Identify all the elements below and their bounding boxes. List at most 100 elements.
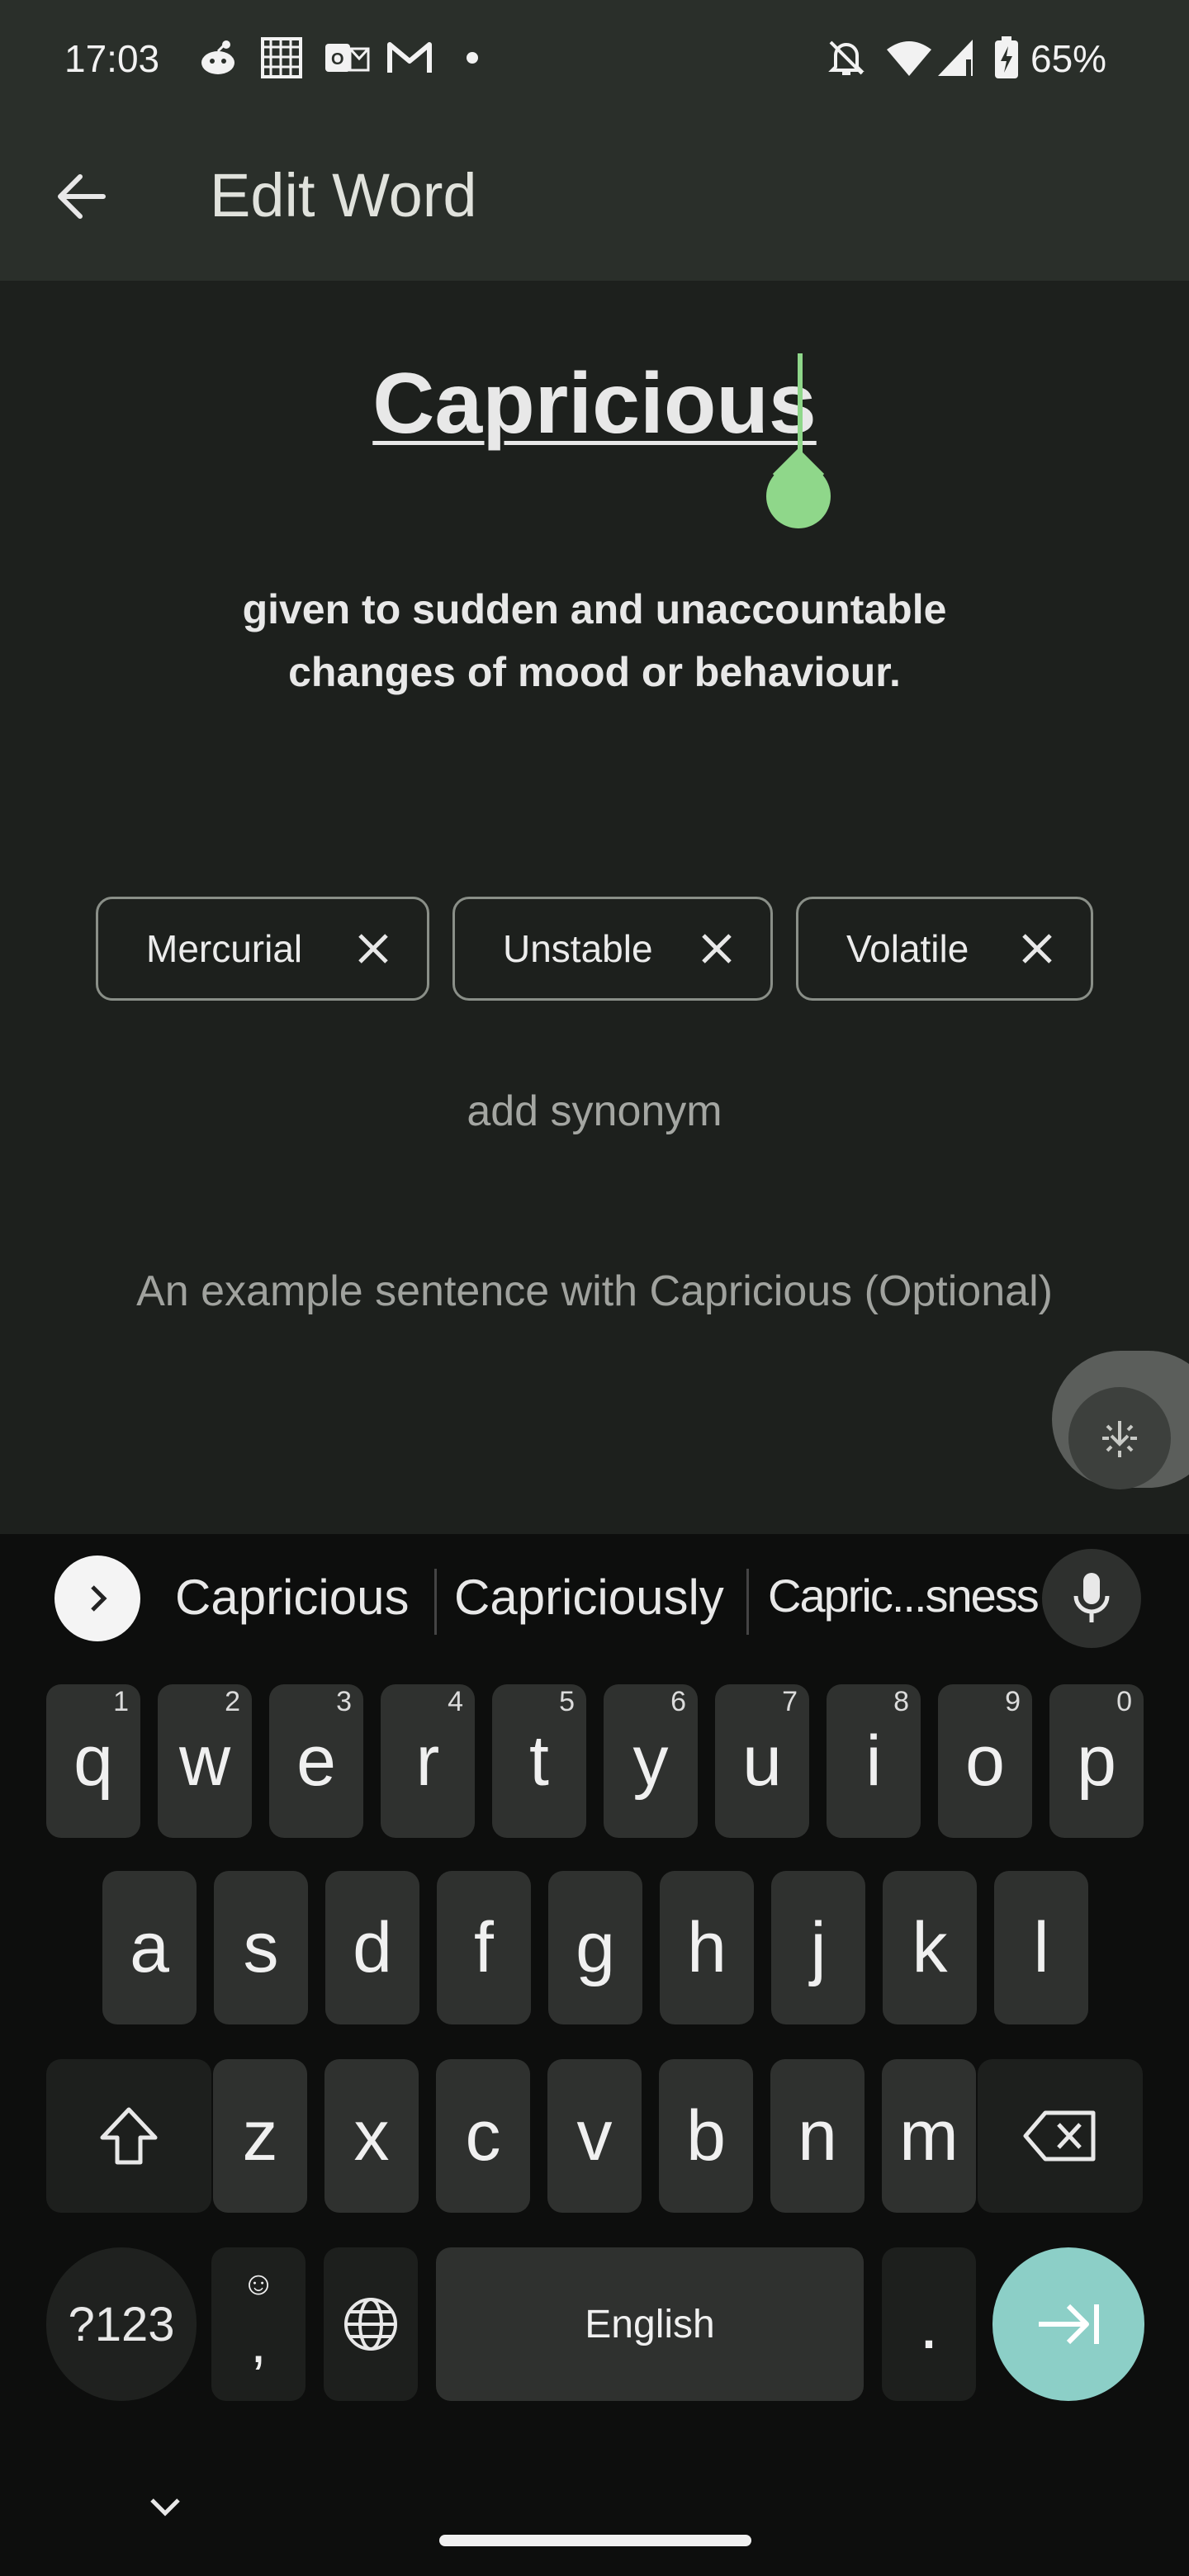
bell-off-icon bbox=[826, 36, 867, 79]
remove-synonym-button[interactable] bbox=[353, 928, 394, 969]
key-z[interactable]: z bbox=[213, 2059, 307, 2213]
key-r[interactable]: r4 bbox=[381, 1684, 475, 1838]
key-label: t bbox=[529, 1721, 549, 1801]
key-label: h bbox=[687, 1907, 727, 1987]
key-label: p bbox=[1077, 1721, 1116, 1801]
back-button[interactable] bbox=[46, 162, 116, 231]
definition-line-2: changes of mood or behaviour. bbox=[288, 649, 901, 695]
suggestion-item[interactable]: Capric...sness bbox=[768, 1569, 1040, 1622]
key-label: e bbox=[296, 1721, 336, 1801]
globe-icon bbox=[344, 2298, 397, 2351]
backspace-icon bbox=[1023, 2110, 1096, 2162]
key-label: b bbox=[686, 2095, 726, 2176]
key-q[interactable]: q1 bbox=[46, 1684, 140, 1838]
key-t[interactable]: t5 bbox=[492, 1684, 586, 1838]
synonym-chip[interactable]: Volatile bbox=[796, 897, 1093, 1001]
synonym-chip[interactable]: Unstable bbox=[452, 897, 773, 1001]
key-hint: 4 bbox=[448, 1686, 463, 1717]
close-icon bbox=[358, 934, 388, 964]
suggestion-divider bbox=[746, 1569, 749, 1635]
gmail-icon bbox=[386, 36, 433, 79]
key-hint: 8 bbox=[893, 1686, 909, 1717]
key-label: l bbox=[1033, 1907, 1049, 1987]
key-m[interactable]: m bbox=[882, 2059, 976, 2213]
space-key[interactable]: English bbox=[436, 2247, 864, 2401]
grid-icon bbox=[261, 36, 302, 79]
key-s[interactable]: s bbox=[214, 1871, 308, 2024]
key-b[interactable]: b bbox=[659, 2059, 753, 2213]
symbols-key[interactable]: ?123 bbox=[46, 2247, 197, 2401]
key-hint: 6 bbox=[670, 1686, 686, 1717]
key-label: g bbox=[576, 1907, 615, 1987]
key-hint: 2 bbox=[225, 1686, 240, 1717]
key-a[interactable]: a bbox=[102, 1871, 197, 2024]
key-g[interactable]: g bbox=[548, 1871, 642, 2024]
key-label: k bbox=[912, 1907, 948, 1987]
word-input[interactable]: Capricious bbox=[0, 355, 1189, 453]
chevron-right-icon bbox=[91, 1585, 107, 1612]
key-c[interactable]: c bbox=[436, 2059, 530, 2213]
download-sparkle-button[interactable] bbox=[1068, 1387, 1171, 1489]
page-title: Edit Word bbox=[210, 161, 477, 230]
key-j[interactable]: j bbox=[771, 1871, 865, 2024]
key-p[interactable]: p0 bbox=[1049, 1684, 1144, 1838]
key-l[interactable]: l bbox=[994, 1871, 1088, 2024]
close-icon bbox=[702, 934, 732, 964]
key-label: d bbox=[353, 1907, 392, 1987]
key-hint: 1 bbox=[113, 1686, 129, 1717]
language-key[interactable] bbox=[324, 2247, 418, 2401]
key-u[interactable]: u7 bbox=[715, 1684, 809, 1838]
key-x[interactable]: x bbox=[324, 2059, 419, 2213]
key-f[interactable]: f bbox=[437, 1871, 531, 2024]
next-key[interactable] bbox=[992, 2247, 1144, 2401]
backspace-key[interactable] bbox=[978, 2059, 1143, 2213]
key-label: s bbox=[243, 1907, 279, 1987]
key-label: u bbox=[742, 1721, 782, 1801]
shift-icon bbox=[100, 2107, 158, 2165]
key-d[interactable]: d bbox=[325, 1871, 419, 2024]
keyboard-expand-button[interactable] bbox=[54, 1556, 140, 1641]
battery-percentage: 65% bbox=[1030, 37, 1107, 80]
battery-charging-icon bbox=[994, 36, 1019, 79]
key-o[interactable]: o9 bbox=[938, 1684, 1032, 1838]
key-h[interactable]: h bbox=[660, 1871, 754, 2024]
tab-arrow-icon bbox=[1039, 2304, 1099, 2345]
comma-key[interactable]: ☺ , bbox=[211, 2247, 306, 2401]
key-n[interactable]: n bbox=[770, 2059, 865, 2213]
remove-synonym-button[interactable] bbox=[696, 928, 737, 969]
shift-key[interactable] bbox=[46, 2059, 211, 2213]
key-e[interactable]: e3 bbox=[269, 1684, 363, 1838]
key-label: q bbox=[73, 1721, 113, 1801]
status-time: 17:03 bbox=[64, 37, 160, 80]
key-label: w bbox=[178, 1721, 231, 1801]
key-v[interactable]: v bbox=[547, 2059, 642, 2213]
key-label: f bbox=[474, 1907, 494, 1987]
example-sentence-input[interactable]: An example sentence with Capricious (Opt… bbox=[0, 1267, 1189, 1316]
synonym-label: Unstable bbox=[503, 927, 653, 970]
key-w[interactable]: w2 bbox=[158, 1684, 252, 1838]
key-i[interactable]: i8 bbox=[827, 1684, 921, 1838]
period-key[interactable]: . bbox=[882, 2247, 976, 2401]
suggestion-divider bbox=[434, 1569, 437, 1635]
key-label: a bbox=[130, 1907, 169, 1987]
comma-label: , bbox=[250, 2310, 267, 2375]
key-y[interactable]: y6 bbox=[604, 1684, 698, 1838]
synonym-chip[interactable]: Mercurial bbox=[96, 897, 429, 1001]
definition: given to sudden and unaccountable change… bbox=[165, 578, 1024, 703]
suggestion-item[interactable]: Capriciously bbox=[454, 1569, 724, 1626]
hide-keyboard-button[interactable] bbox=[140, 2482, 190, 2531]
voice-input-button[interactable] bbox=[1042, 1549, 1141, 1648]
key-k[interactable]: k bbox=[883, 1871, 977, 2024]
close-icon bbox=[1022, 934, 1052, 964]
remove-synonym-button[interactable] bbox=[1016, 928, 1058, 969]
cursor-handle[interactable] bbox=[766, 464, 831, 528]
key-hint: 9 bbox=[1005, 1686, 1021, 1717]
add-synonym-input[interactable]: add synonym bbox=[0, 1087, 1189, 1136]
wifi-icon bbox=[885, 36, 933, 79]
home-indicator[interactable] bbox=[439, 2535, 751, 2546]
key-label: v bbox=[576, 2095, 613, 2176]
suggestion-item[interactable]: Capricious bbox=[175, 1569, 409, 1626]
key-hint: 5 bbox=[559, 1686, 575, 1717]
mic-icon bbox=[1073, 1573, 1110, 1622]
definition-line-1: given to sudden and unaccountable bbox=[242, 586, 947, 632]
